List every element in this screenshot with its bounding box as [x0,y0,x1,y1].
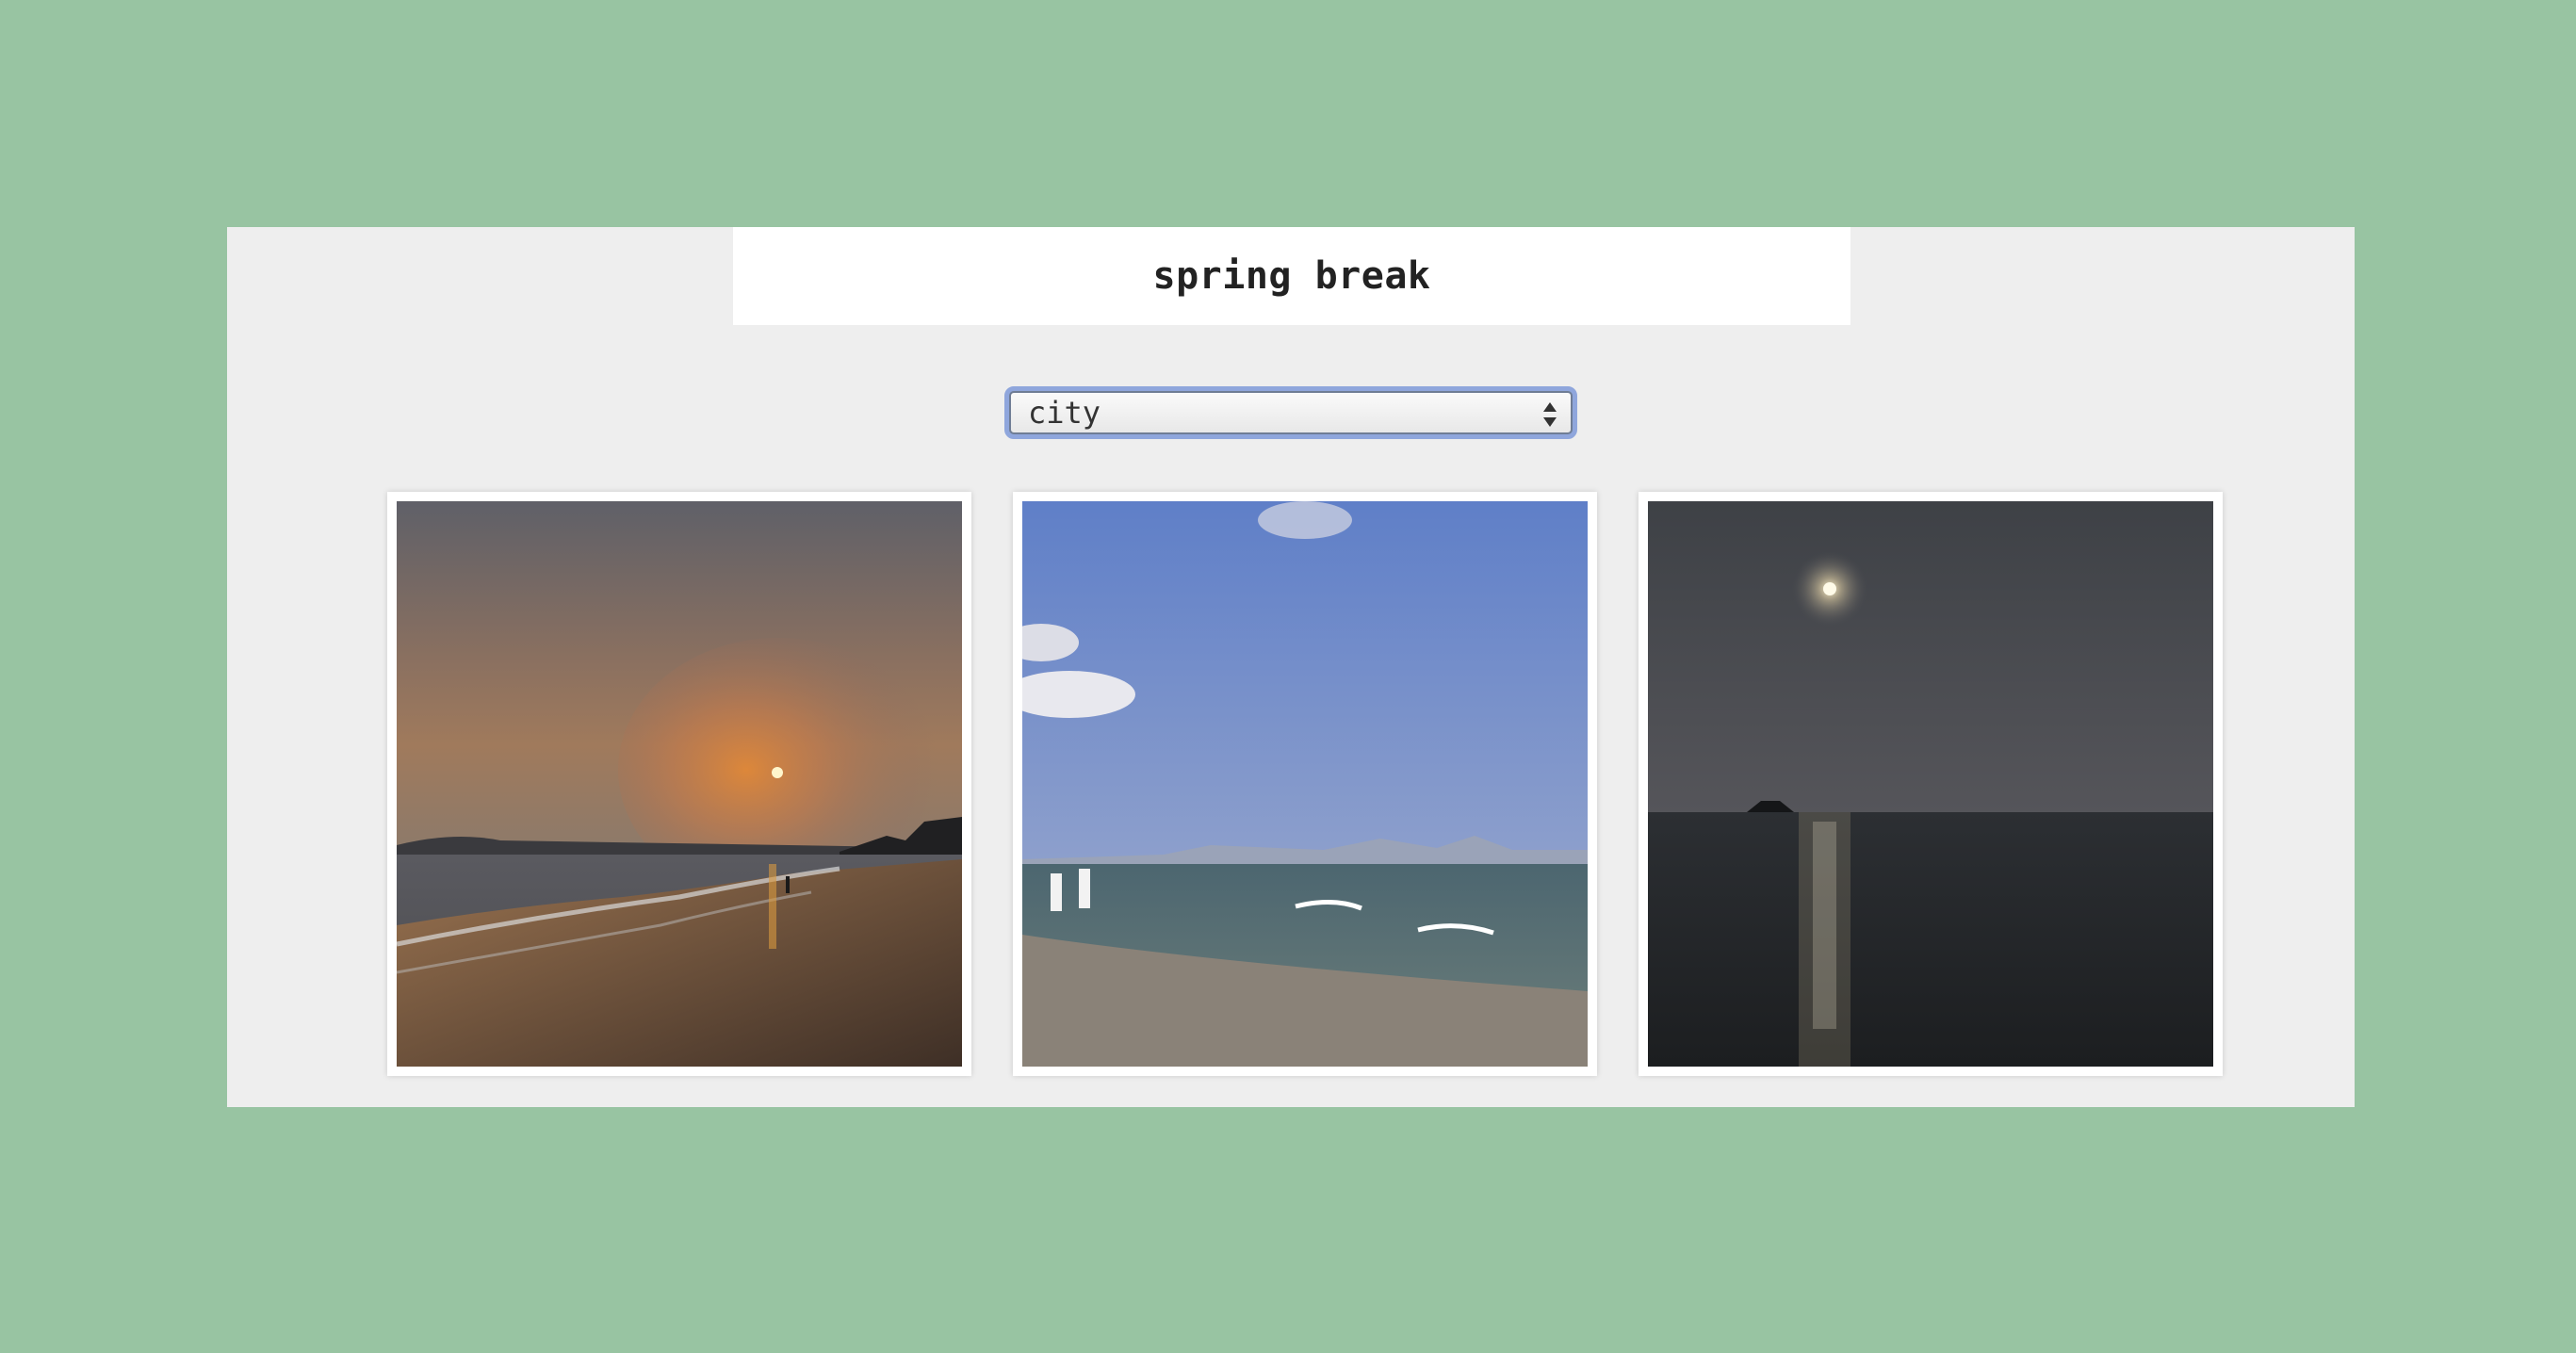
photo-card[interactable] [387,492,971,1076]
page-title: spring break [1152,254,1431,298]
category-select-value: city [1028,395,1101,431]
select-arrows-icon [1542,400,1557,429]
sea-moonlight-photo[interactable] [1648,501,2213,1067]
category-select[interactable]: city [1004,386,1577,439]
beach-daytime-photo[interactable] [1022,501,1588,1067]
beach-sunset-photo[interactable] [397,501,962,1067]
main-panel: spring break city [227,227,2355,1107]
photo-card[interactable] [1013,492,1597,1076]
category-select-field[interactable]: city [1009,391,1573,434]
photo-card[interactable] [1639,492,2223,1076]
title-box: spring break [733,227,1850,325]
